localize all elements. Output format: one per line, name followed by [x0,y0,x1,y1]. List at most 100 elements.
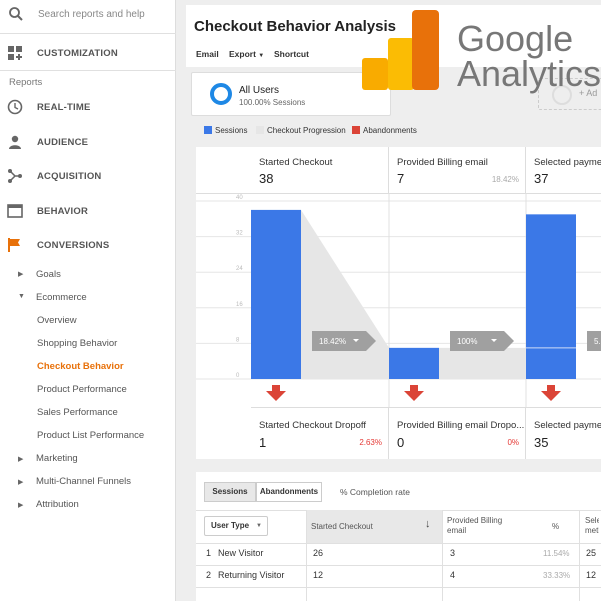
y-tick-label: 16 [236,302,243,308]
segment-donut-icon [209,82,233,111]
logo-word-analytics: Analytics [457,53,601,94]
checkout-funnel: Started Checkout 38 Provided Billing ema… [196,147,601,459]
sidebar-item-label: BEHAVIOR [37,206,89,217]
sidebar-item-label: AUDIENCE [37,137,89,148]
sidebar: Search reports and help CUSTOMIZATION Re… [0,0,176,601]
y-tick-label: 40 [236,195,243,201]
expand-triangle-icon[interactable]: ▶ [18,270,23,278]
legend-abandonments: Abandonments [352,126,417,135]
person-icon [7,134,23,150]
sidebar-item-marketing[interactable]: Marketing [36,453,78,464]
checkout-progression-area [439,347,526,379]
search-icon [8,6,24,27]
step-header[interactable]: Started Checkout 38 [251,147,389,193]
email-button[interactable]: Email [196,49,219,59]
row-billing-email: 4 [450,570,456,580]
chevron-down-icon: ▼ [258,53,265,59]
divider [196,565,601,566]
google-analytics-logo: Google Analytics [360,10,601,94]
sidebar-item-overview[interactable]: Overview [37,315,77,326]
legend-sessions: Sessions [204,126,247,135]
step-value: 37 [534,171,549,186]
step-name: Provided Billing email [397,157,488,168]
row-pct: 33.33% [543,571,571,580]
sidebar-item-label: CUSTOMIZATION [37,48,118,59]
abandonment-arrow-icon [404,385,424,401]
conversion-rate-label: 18.42% [319,337,346,346]
sidebar-item-behavior[interactable]: BEHAVIOR [0,193,176,229]
sidebar-item-real-time[interactable]: REAL-TIME [0,89,176,125]
sidebar-item-shopping-behavior[interactable]: Shopping Behavior [37,338,117,349]
sidebar-item-audience[interactable]: AUDIENCE [0,124,176,160]
sidebar-item-checkout-behavior[interactable]: Checkout Behavior [37,361,124,372]
sessions-bar [389,347,439,379]
dimension-select-label: User Type [211,521,250,530]
expand-triangle-icon[interactable]: ▶ [18,478,23,486]
dropoff-value: 35 [534,435,549,450]
sidebar-item-sales-performance[interactable]: Sales Performance [37,407,118,418]
dropoff-cell[interactable]: Selected payme 35 [526,407,601,459]
sidebar-item-conversions[interactable]: CONVERSIONS [0,227,176,263]
conversion-rate-tag[interactable]: 100% [450,331,514,351]
row-billing-email: 3 [450,548,456,558]
conversion-rate-label: 100% [457,337,477,346]
segment-sessions-pct: 100.00% Sessions [239,98,306,107]
sidebar-item-multi-channel-funnels[interactable]: Multi-Channel Funnels [36,476,131,487]
sessions-bar [251,209,301,379]
sidebar-item-label: REAL-TIME [37,102,91,113]
row-index: 1 [206,548,212,558]
expand-triangle-icon[interactable]: ▶ [18,501,23,509]
row-user-type[interactable]: Returning Visitor [218,570,284,580]
y-tick-label: 32 [236,231,243,237]
acquisition-icon [7,168,23,184]
conversion-rate-tag[interactable]: 5. [587,331,601,351]
row-pct: 11.54% [543,549,570,558]
sidebar-item-attribution[interactable]: Attribution [36,499,79,510]
data-table: Sessions Abandonments % Completion rate … [196,472,601,601]
legend-swatch [352,126,360,134]
step-header[interactable]: Provided Billing email 7 18.42% [389,147,526,193]
export-label: Export [229,49,256,59]
legend-label: Abandonments [363,126,417,135]
step-pct: 18.42% [491,175,519,184]
step-header[interactable]: Selected payme 37 [526,147,601,193]
divider [196,543,601,544]
row-selected-method: 12 [586,570,597,580]
conversion-rate-tag[interactable]: 18.42% [312,331,376,351]
sort-arrow-icon[interactable]: ↓ [425,518,431,530]
tab-completion-rate[interactable]: % Completion rate [340,487,410,497]
reports-heading: Reports [9,77,43,88]
tab-sessions[interactable]: Sessions [204,482,256,502]
sidebar-item-ecommerce[interactable]: Ecommerce [36,292,87,303]
abandonment-arrow-icon [541,385,561,401]
dropoff-value: 0 [397,435,405,450]
step-value: 7 [397,171,405,186]
legend-label: Sessions [215,126,248,135]
legend-label: Checkout Progression [267,126,346,135]
sidebar-item-product-performance[interactable]: Product Performance [37,384,127,395]
collapse-triangle-icon[interactable]: ▼ [18,293,25,300]
sidebar-item-product-list-performance[interactable]: Product List Performance [37,430,144,441]
expand-triangle-icon[interactable]: ▶ [18,455,23,463]
sidebar-search[interactable]: Search reports and help [0,0,176,34]
dropoff-cell[interactable]: Started Checkout Dropoff 1 2.63% [251,407,389,459]
y-tick-label: 8 [236,337,240,343]
clock-icon [7,99,23,115]
legend-swatch [256,126,264,134]
sidebar-item-customization[interactable]: CUSTOMIZATION [0,35,176,71]
dropoff-value: 1 [259,435,267,450]
column-header-selected-method[interactable]: Sele meth [585,516,599,549]
sidebar-item-acquisition[interactable]: ACQUISITION [0,158,176,194]
flag-icon [7,237,23,253]
row-started-checkout: 12 [313,570,324,580]
tab-abandonments[interactable]: Abandonments [256,482,322,502]
row-selected-method: 25 [586,548,597,558]
row-user-type[interactable]: New Visitor [218,548,263,558]
sidebar-item-goals[interactable]: Goals [36,269,61,280]
export-button[interactable]: Export ▼ [229,49,264,59]
search-placeholder: Search reports and help [38,9,145,20]
shortcut-button[interactable]: Shortcut [274,49,309,59]
column-header-billing-email[interactable]: Provided Billing email [447,516,517,549]
dropoff-cell[interactable]: Provided Billing email Dropo... 0 0% [389,407,526,459]
dimension-select[interactable]: User Type ▼ [204,516,268,536]
